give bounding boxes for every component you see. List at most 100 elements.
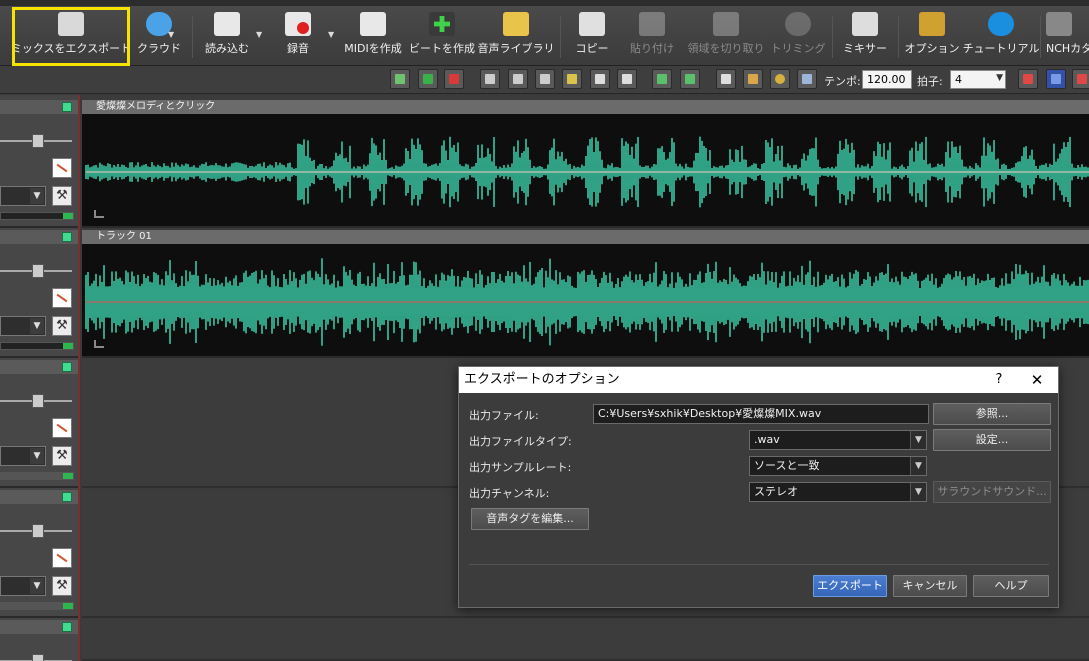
chevron-down-icon[interactable]: ▼ — [30, 578, 44, 594]
tutorial-icon — [988, 12, 1014, 36]
image-icon[interactable] — [652, 69, 672, 89]
export-button[interactable]: エクスポート — [813, 575, 887, 597]
track-lane-1[interactable]: 愛燦燦メロディとクリック — [82, 100, 1089, 228]
envelope-icon[interactable] — [52, 548, 72, 568]
trim-button[interactable]: トリミング — [771, 10, 826, 62]
volume-knob[interactable] — [32, 654, 44, 661]
track-enable-toggle[interactable] — [62, 102, 72, 112]
create-midi-label: MIDIを作成 — [344, 42, 402, 55]
help-button[interactable]: ヘルプ — [973, 575, 1049, 597]
cloud-button[interactable]: クラウド — [134, 10, 184, 62]
settings-button[interactable]: 設定... — [933, 429, 1051, 451]
piano-icon[interactable] — [743, 69, 763, 89]
snap-icon[interactable] — [508, 69, 528, 89]
track-enable-toggle[interactable] — [62, 362, 72, 372]
beat-select[interactable]: 4 ▼ — [950, 70, 1006, 89]
split-icon[interactable] — [480, 69, 500, 89]
divider — [560, 16, 561, 58]
close-icon[interactable]: ✕ — [1025, 367, 1049, 393]
envelope-icon[interactable] — [52, 158, 72, 178]
view-mode-icon[interactable] — [1046, 69, 1066, 89]
volume-knob[interactable] — [32, 524, 44, 538]
chevron-down-icon[interactable]: ▼ — [168, 30, 174, 39]
record-button[interactable]: 録音 — [278, 10, 318, 62]
chevron-down-icon[interactable]: ▼ — [30, 448, 44, 464]
export-options-dialog: エクスポートのオプション ? ✕ 出力ファイル: C:¥Users¥sxhik¥… — [458, 366, 1059, 608]
unlink-icon[interactable] — [617, 69, 637, 89]
wrench-icon[interactable]: ⚒ — [52, 316, 72, 336]
sound-library-label: 音声ライブラリ — [477, 42, 555, 55]
track-control-3: ▼ ⚒ — [0, 360, 78, 488]
level-meter — [0, 602, 74, 610]
tutorial-button[interactable]: チュートリアル — [963, 10, 1039, 62]
metronome-icon[interactable] — [716, 69, 736, 89]
divider — [192, 16, 193, 58]
volume-knob[interactable] — [32, 134, 44, 148]
tempo-input[interactable]: 120.00 — [862, 70, 912, 89]
marker-icon[interactable] — [680, 69, 700, 89]
track-lane-2[interactable]: トラック 01 — [82, 230, 1089, 358]
paste-button[interactable]: 貼り付け — [626, 10, 678, 62]
copy-button[interactable]: コピー — [570, 10, 614, 62]
wrench-icon[interactable]: ⚒ — [52, 186, 72, 206]
loop-icon[interactable] — [390, 69, 410, 89]
track-enable-toggle[interactable] — [62, 232, 72, 242]
effects-icon[interactable] — [562, 69, 582, 89]
output-file-input[interactable]: C:¥Users¥sxhik¥Desktop¥愛燦燦MIX.wav — [593, 404, 929, 424]
channels-select[interactable]: ステレオ ▼ — [749, 482, 927, 502]
beat-icon — [429, 12, 455, 36]
cut-region-label: 領域を切り取り — [687, 42, 765, 55]
file-type-select[interactable]: .wav ▼ — [749, 430, 927, 450]
delete-track-icon[interactable] — [444, 69, 464, 89]
track-controls-panel: ▼ ⚒ ▼ ⚒ ▼ ⚒ ▼ ⚒ — [0, 95, 80, 661]
create-beat-label: ビートを作成 — [409, 42, 475, 55]
cancel-button[interactable]: キャンセル — [893, 575, 967, 597]
tempo-icon[interactable] — [770, 69, 790, 89]
mixer-icon — [852, 12, 878, 36]
chevron-down-icon[interactable]: ▼ — [256, 30, 262, 39]
level-meter — [0, 342, 74, 350]
track-enable-toggle[interactable] — [62, 492, 72, 502]
load-label: 読み込む — [205, 42, 249, 55]
envelope-icon[interactable] — [52, 418, 72, 438]
view-icon[interactable] — [1018, 69, 1038, 89]
chevron-down-icon[interactable]: ▼ — [30, 188, 44, 204]
help-icon[interactable]: ? — [987, 367, 1011, 393]
options-button[interactable]: オプション — [905, 10, 960, 62]
link-icon[interactable] — [590, 69, 610, 89]
load-button[interactable]: 読み込む — [198, 10, 256, 62]
nch-catalog-icon — [1046, 12, 1072, 36]
edit-audio-tags-button[interactable]: 音声タグを編集... — [471, 508, 589, 530]
divider — [898, 16, 899, 58]
chevron-down-icon[interactable]: ▼ — [30, 318, 44, 334]
browse-button[interactable]: 参照... — [933, 403, 1051, 425]
track-lane-5[interactable] — [82, 620, 1089, 661]
equalizer-icon[interactable] — [797, 69, 817, 89]
track-control-4: ▼ ⚒ — [0, 490, 78, 618]
track-enable-toggle[interactable] — [62, 622, 72, 632]
track-control-5 — [0, 620, 78, 661]
channels-label: 出力チャンネル: — [469, 487, 550, 500]
wrench-icon[interactable]: ⚒ — [52, 446, 72, 466]
sample-rate-select[interactable]: ソースと一致 ▼ — [749, 456, 927, 476]
mixer-button[interactable]: ミキサー — [842, 10, 888, 62]
dialog-divider — [469, 564, 1049, 565]
zoom-icon[interactable] — [1072, 69, 1089, 89]
create-midi-button[interactable]: MIDIを作成 — [340, 10, 406, 62]
sound-library-button[interactable]: 音声ライブラリ — [477, 10, 555, 62]
chevron-down-icon[interactable]: ▼ — [328, 30, 334, 39]
file-type-value: .wav — [754, 433, 780, 446]
volume-knob[interactable] — [32, 394, 44, 408]
track-control-2: ▼ ⚒ — [0, 230, 78, 358]
grid-icon[interactable] — [535, 69, 555, 89]
beat-value: 4 — [955, 73, 962, 86]
envelope-icon[interactable] — [52, 288, 72, 308]
volume-knob[interactable] — [32, 264, 44, 278]
wrench-icon[interactable]: ⚒ — [52, 576, 72, 596]
create-beat-button[interactable]: ビートを作成 — [408, 10, 476, 62]
cut-region-button[interactable]: 領域を切り取り — [686, 10, 766, 62]
surround-sound-button[interactable]: サラウンドサウンド... — [933, 481, 1051, 503]
nch-catalog-button[interactable]: NCHカタ — [1046, 10, 1089, 62]
add-track-icon[interactable] — [418, 69, 438, 89]
cut-region-icon — [713, 12, 739, 36]
